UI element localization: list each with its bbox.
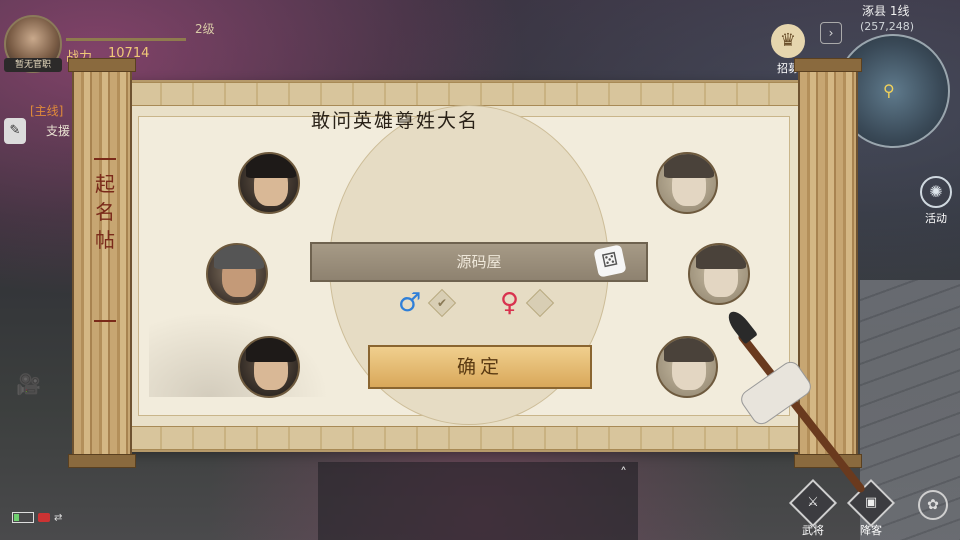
scroll-roller-right: [798, 64, 858, 462]
roller-cap: [794, 454, 862, 468]
device-status-bar: ⇄: [12, 512, 90, 526]
activity-label: 活动: [925, 212, 947, 225]
generals-icon: ⚔: [788, 478, 838, 528]
activity-icon: ✺: [920, 176, 952, 208]
roller-cap: [794, 58, 862, 72]
scroll-title: 起名帖: [94, 158, 116, 322]
dialog-heading: 敢问英雄尊姓大名: [310, 110, 479, 132]
location-pin-icon: ⚲: [883, 81, 895, 100]
rank-title: 暂无官职: [4, 58, 62, 72]
male-portrait-2[interactable]: [206, 243, 268, 305]
dice-icon[interactable]: ⚄: [593, 244, 627, 278]
bottom-chat-panel: [318, 462, 638, 540]
male-option[interactable]: ♂ ✔: [398, 288, 457, 322]
male-symbol: ♂: [398, 288, 422, 318]
lotus-icon[interactable]: ✿: [918, 490, 948, 520]
scroll-bottom-band: [130, 426, 798, 450]
female-symbol: ♀: [500, 288, 520, 318]
confirm-button[interactable]: 确定: [368, 345, 592, 389]
record-icon: [38, 513, 50, 522]
male-check-icon: ✔: [428, 288, 457, 317]
surrender-button[interactable]: ▣ 降客: [846, 478, 896, 538]
battery-icon: [12, 512, 34, 523]
camera-icon[interactable]: 🎥: [16, 372, 41, 396]
player-level: 2级: [195, 22, 215, 36]
roller-cap: [68, 58, 136, 72]
coordinates: (257,248): [860, 20, 915, 33]
female-check-icon: [525, 288, 555, 317]
activity-button[interactable]: ✺ 活动: [914, 176, 958, 226]
roller-cap: [68, 454, 136, 468]
server-name: 涿县 1线: [862, 4, 910, 18]
quest-text[interactable]: 支援: [46, 122, 70, 139]
chevron-right-icon[interactable]: ›: [820, 22, 842, 44]
female-portrait-3[interactable]: [656, 336, 718, 398]
quest-tag[interactable]: [主线]: [30, 102, 63, 119]
quest-tracker-icon[interactable]: ✎: [4, 118, 26, 144]
scroll-top-band: [130, 82, 798, 106]
female-portrait-2[interactable]: [688, 243, 750, 305]
swap-icon: ⇄: [54, 512, 63, 524]
female-option[interactable]: ♀: [500, 288, 555, 322]
generals-button[interactable]: ⚔ 武将: [788, 478, 838, 538]
chevron-up-icon[interactable]: ˄: [620, 466, 627, 482]
exp-bar: [66, 38, 186, 41]
female-portrait-1[interactable]: [656, 152, 718, 214]
male-portrait-3[interactable]: [238, 336, 300, 398]
male-portrait-1[interactable]: [238, 152, 300, 214]
recruit-icon: ♛: [771, 24, 805, 58]
